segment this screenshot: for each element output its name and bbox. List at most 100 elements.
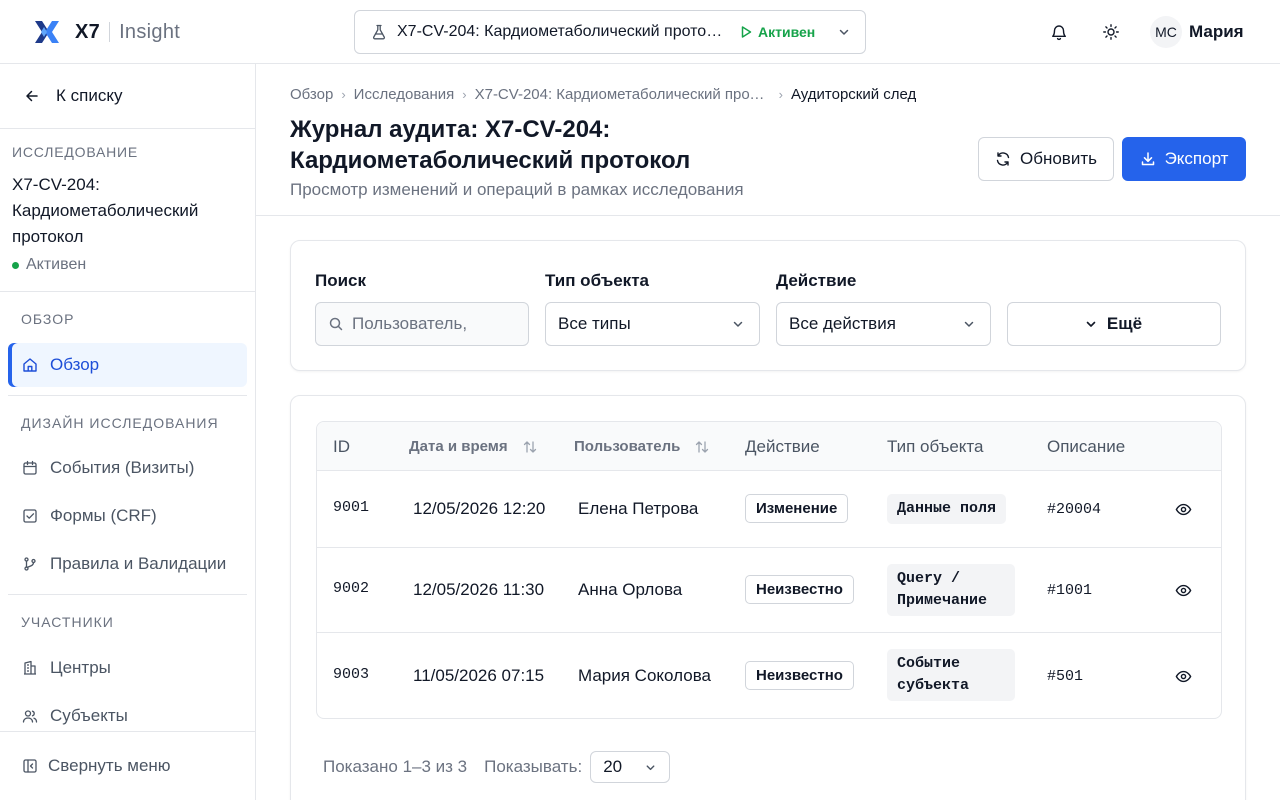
row-description[interactable]: #20004 <box>1047 501 1101 518</box>
column-header-user[interactable]: Пользователь <box>574 422 710 471</box>
sidebar-divider <box>0 128 255 129</box>
sidebar-item-events[interactable]: События (Визиты) <box>8 446 247 490</box>
breadcrumb-overview[interactable]: Обзор <box>290 86 333 103</box>
sidebar-study-title: X7-CV-204: Кардиометаболический протокол <box>12 175 199 246</box>
action-select[interactable]: Все действия <box>776 302 991 346</box>
eye-icon <box>1175 670 1191 682</box>
more-filters-button[interactable]: Ещё <box>1007 302 1221 346</box>
sidebar-item-overview[interactable]: Обзор <box>8 343 247 387</box>
home-icon <box>23 358 37 372</box>
sidebar-item-label: Правила и Валидации <box>50 554 227 573</box>
sidebar-section-participants: УЧАСТНИКИ <box>21 614 114 630</box>
search-field[interactable] <box>315 302 529 346</box>
search-input[interactable] <box>352 314 472 334</box>
sidebar-divider <box>0 291 255 292</box>
page-title: Журнал аудита: X7-CV-204: Кардиометаболи… <box>290 116 691 174</box>
theme-toggle-button[interactable] <box>1095 16 1127 48</box>
eye-icon <box>1175 503 1191 515</box>
column-header-datetime-label: Дата и время <box>409 438 508 455</box>
export-label: Экспорт <box>1164 149 1229 168</box>
sort-icon <box>523 440 536 453</box>
table-row[interactable]: 9001 12/05/2026 12:20 Елена Петрова Изме… <box>317 471 1221 548</box>
bell-icon <box>1052 25 1066 41</box>
notifications-button[interactable] <box>1043 16 1075 48</box>
sidebar-item-forms[interactable]: Формы (CRF) <box>8 494 247 538</box>
table-row[interactable]: 9003 11/05/2026 07:15 Мария Соколова Неи… <box>317 633 1221 718</box>
chevron-down-icon <box>1086 321 1096 327</box>
column-header-datetime[interactable]: Дата и время <box>409 422 538 471</box>
top-bar: X7 Insight X7-CV-204: Кардиометаболическ… <box>0 0 1280 64</box>
view-details-button[interactable] <box>1173 580 1193 600</box>
chevron-down-icon <box>733 321 743 327</box>
refresh-button[interactable]: Обновить <box>978 137 1114 181</box>
back-to-list-label: К списку <box>56 86 123 105</box>
row-user: Елена Петрова <box>578 499 699 518</box>
breadcrumb: Обзор › Исследования › X7-CV-204: Кардио… <box>290 86 916 103</box>
collapse-menu-button[interactable]: Свернуть меню <box>0 731 255 800</box>
action-badge: Неизвестно <box>745 661 854 690</box>
user-name: Мария <box>1189 22 1244 41</box>
row-id: 9003 <box>333 666 370 683</box>
action-value: Все действия <box>789 314 896 333</box>
breadcrumb-study[interactable]: X7-CV-204: Кардиометаболический протокол <box>475 86 771 103</box>
object-type-badge: Query / Примечание <box>887 564 1015 616</box>
object-type-badge: Данные поля <box>887 494 1007 524</box>
avatar: МС <box>1150 16 1182 48</box>
download-icon <box>1141 152 1154 166</box>
column-header-action: Действие <box>745 436 820 456</box>
sidebar-item-label: Центры <box>50 658 111 677</box>
action-label: Действие <box>776 271 857 290</box>
git-branch-icon <box>24 557 36 571</box>
user-menu[interactable]: МС Мария <box>1150 16 1244 48</box>
back-to-list-link[interactable]: К списку <box>24 86 122 106</box>
table-row[interactable]: 9002 12/05/2026 11:30 Анна Орлова Неизве… <box>317 548 1221 633</box>
sidebar-study-info: ИССЛЕДОВАНИЕ X7-CV-204: Кардиометаболиче… <box>12 144 242 274</box>
column-header-user-label: Пользователь <box>574 438 681 455</box>
chevron-right-icon: › <box>778 87 783 102</box>
view-details-button[interactable] <box>1173 666 1193 686</box>
refresh-icon <box>996 152 1010 166</box>
chevron-down-icon <box>964 321 974 327</box>
arrow-left-icon <box>26 90 38 102</box>
breadcrumb-studies[interactable]: Исследования <box>354 86 455 103</box>
page-size-select[interactable]: 20 <box>590 751 671 783</box>
row-user: Мария Соколова <box>578 666 711 685</box>
sidebar-study-status: Активен <box>12 256 242 274</box>
row-datetime: 12/05/2026 11:30 <box>413 580 545 599</box>
column-header-object-type: Тип объекта <box>887 436 984 456</box>
checkbox-icon <box>23 509 37 523</box>
search-icon <box>329 317 343 331</box>
row-user: Анна Орлова <box>578 580 683 599</box>
sort-icon <box>696 440 709 453</box>
study-selector[interactable]: X7-CV-204: Кардиометаболический протокол… <box>354 10 866 54</box>
sidebar-item-sites[interactable]: Центры <box>8 646 247 690</box>
page-header: Обзор › Исследования › X7-CV-204: Кардио… <box>256 64 1280 216</box>
more-filters-label: Ещё <box>1106 314 1143 333</box>
row-description[interactable]: #1001 <box>1047 582 1092 599</box>
study-status-badge: Активен <box>739 24 815 40</box>
sidebar-collapse-icon <box>23 759 37 773</box>
page-size-value: 20 <box>603 757 623 776</box>
column-header-description: Описание <box>1047 436 1126 456</box>
export-button[interactable]: Экспорт <box>1122 137 1246 181</box>
sidebar-study-status-text: Активен <box>26 256 87 273</box>
view-details-button[interactable] <box>1173 499 1193 519</box>
eye-icon <box>1175 584 1191 596</box>
brand[interactable]: X7 Insight <box>33 17 180 47</box>
sidebar-item-rules[interactable]: Правила и Валидации <box>8 542 247 586</box>
building-icon <box>24 660 36 675</box>
breadcrumb-current: Аудиторский след <box>790 86 917 103</box>
brand-divider <box>109 22 111 42</box>
row-description[interactable]: #501 <box>1047 668 1083 685</box>
brand-name: X7 <box>75 20 101 43</box>
sidebar-item-label: Обзор <box>50 355 100 374</box>
status-dot <box>12 261 19 269</box>
product-name: Insight <box>119 20 181 43</box>
object-type-select[interactable]: Все типы <box>545 302 760 346</box>
collapse-menu-label: Свернуть меню <box>48 756 171 775</box>
sidebar-item-label: Субъекты <box>50 706 128 725</box>
filters-card: Поиск Тип объекта Все типы Действие Все … <box>290 240 1246 371</box>
row-datetime: 11/05/2026 07:15 <box>413 666 545 685</box>
search-label: Поиск <box>315 271 367 290</box>
table-header: ID Дата и время Пользователь Действие Ти… <box>317 422 1221 471</box>
